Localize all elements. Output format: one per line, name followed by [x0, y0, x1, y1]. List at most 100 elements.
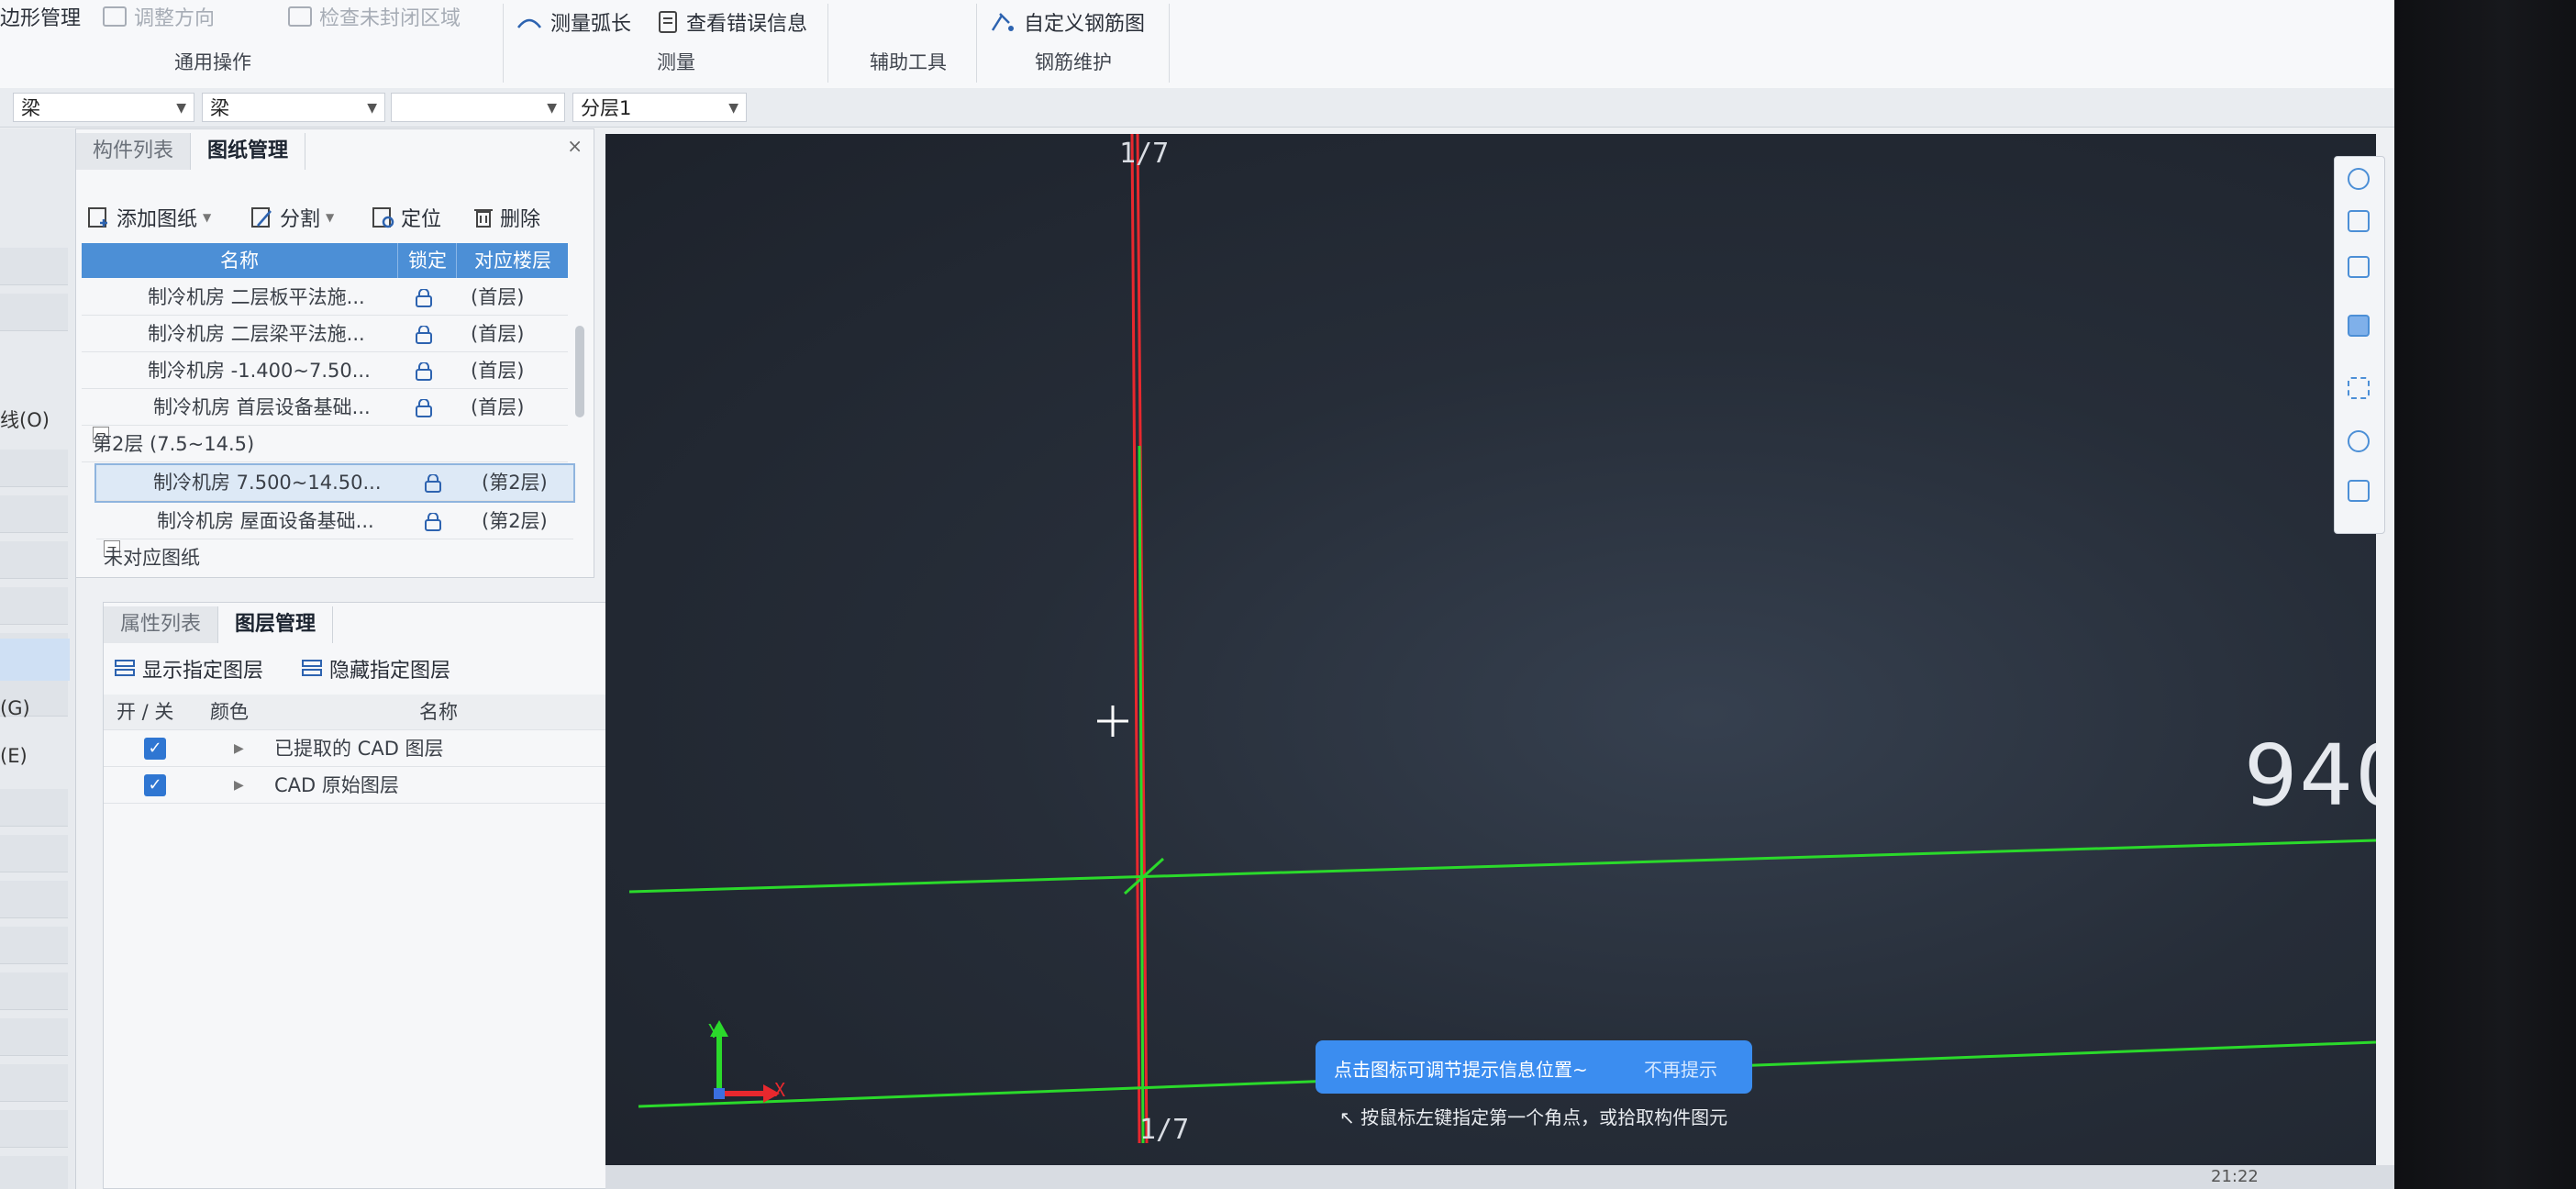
floor-group-row[interactable]: − 第2层 (7.5~14.5) [82, 427, 568, 462]
category-select-value: 梁 [21, 97, 40, 119]
drawing-manager-panel: 构件列表 图纸管理 × 添加图纸 ▼ 分割 ▼ 定位 删除 名称 锁定 对应楼层 [75, 128, 594, 578]
cad-canvas[interactable]: 1/7 1/7 9400 Y X [605, 134, 2376, 1189]
layer-row[interactable]: ✓ ▶ CAD 原始图层 [104, 768, 617, 804]
nav-cell[interactable] [0, 450, 68, 487]
custom-rebar-button[interactable]: 自定义钢筋图 [989, 7, 1145, 37]
frame-view-icon[interactable] [2348, 377, 2370, 399]
lock-icon[interactable] [414, 280, 434, 315]
column-floor[interactable]: 对应楼层 [456, 243, 569, 278]
expand-arrow-icon[interactable]: ▶ [234, 731, 244, 766]
checkbox-checked-icon[interactable]: ✓ [144, 774, 166, 796]
tab-layer-manager[interactable]: 图层管理 [218, 606, 334, 643]
add-drawing-button[interactable]: 添加图纸 ▼ [87, 203, 211, 232]
layer-row-name: CAD 原始图层 [274, 774, 399, 796]
nav-cell[interactable] [0, 1064, 68, 1102]
trash-icon [474, 209, 493, 228]
list-view-icon[interactable] [2348, 480, 2370, 502]
tab-drawing-manager[interactable]: 图纸管理 [191, 133, 306, 170]
nav-cell[interactable] [0, 835, 68, 872]
drawing-row[interactable]: 制冷机房 二层板平法施... (首层) [82, 280, 568, 316]
ribbon: 边形管理 调整方向 检查未封闭区域 通用操作 测量弧长 查看错误信息 测量 辅助… [0, 0, 2394, 89]
drawing-row-name: 制冷机房 二层梁平法施... [148, 323, 365, 345]
solid-view-icon[interactable] [2348, 315, 2370, 337]
drawing-row[interactable]: 制冷机房 -1.400~7.50... (首层) [82, 353, 568, 389]
rotate-view-icon[interactable] [2348, 430, 2370, 452]
drawing-row-name: 制冷机房 首层设备基础... [153, 396, 371, 418]
drawing-row[interactable]: 制冷机房 屋面设备基础... (第2层) [96, 504, 573, 539]
selector-bar: 梁 ▼ 梁 ▼ ▼ 分层1 ▼ [0, 88, 2394, 128]
nav-cell[interactable] [0, 881, 68, 918]
checkbox-checked-icon[interactable]: ✓ [144, 738, 166, 760]
chevron-down-icon: ▼ [367, 101, 377, 116]
view-errors-button[interactable]: 查看错误信息 [657, 7, 807, 37]
drawing-row-floor: (第2层) [482, 472, 548, 494]
nav-cell[interactable] [0, 1018, 68, 1056]
layers-hide-icon [302, 660, 322, 676]
unmatched-group-label: 未对应图纸 [104, 547, 200, 569]
nav-label-g[interactable]: (G) [0, 697, 30, 719]
dismiss-tip-button[interactable]: 不再提示 [1644, 1055, 1717, 1082]
nav-cell[interactable] [0, 541, 68, 579]
locate-label: 定位 [401, 208, 442, 231]
drawing-panel-tabs: 构件列表 图纸管理 [76, 129, 306, 170]
layer-row[interactable]: ✓ ▶ 已提取的 CAD 图层 [104, 731, 617, 767]
split-button[interactable]: 分割 ▼ [250, 203, 334, 232]
lock-icon[interactable] [414, 317, 434, 351]
left-nav-strip: 线(O) (G) (E) [0, 128, 76, 1189]
type-select[interactable]: 梁 ▼ [202, 93, 385, 122]
lock-icon[interactable] [414, 353, 434, 388]
nav-label-e[interactable]: (E) [0, 745, 28, 767]
check-unclosed-button[interactable]: 检查未封闭区域 [288, 2, 461, 31]
nav-cell[interactable] [0, 1156, 68, 1189]
drawing-row[interactable]: 制冷机房 二层梁平法施... (首层) [82, 317, 568, 352]
box-view-icon[interactable] [2348, 256, 2370, 278]
cube-view-icon[interactable] [2348, 210, 2370, 232]
drawing-row-floor: (首层) [471, 360, 525, 382]
split-icon [251, 207, 272, 228]
adjust-direction-icon [103, 6, 127, 27]
shape-manage-label: 边形管理 [0, 7, 82, 30]
column-color: 颜色 [210, 701, 249, 723]
delete-button[interactable]: 删除 [472, 203, 540, 232]
nav-highlight[interactable] [0, 639, 70, 681]
measure-arc-button[interactable]: 测量弧长 [516, 7, 631, 37]
column-locked[interactable]: 锁定 [397, 243, 457, 278]
component-select[interactable]: ▼ [391, 93, 565, 122]
nav-cell[interactable] [0, 587, 68, 625]
taskbar-clock: 21:22 [2211, 1167, 2259, 1186]
lock-icon[interactable] [414, 390, 434, 425]
locate-button[interactable]: 定位 [372, 203, 441, 232]
layer-select-value: 分层1 [581, 97, 632, 119]
close-icon[interactable]: × [567, 135, 583, 157]
show-layer-label: 显示指定图层 [142, 660, 264, 683]
lock-icon[interactable] [423, 504, 443, 539]
column-name[interactable]: 名称 [82, 243, 397, 278]
nav-cell[interactable] [0, 248, 68, 285]
scrollbar-thumb[interactable] [575, 326, 584, 417]
hide-layer-button[interactable]: 隐藏指定图层 [300, 654, 450, 683]
nav-cell[interactable] [0, 1110, 68, 1148]
layer-select[interactable]: 分层1 ▼ [572, 93, 747, 122]
expand-arrow-icon[interactable]: ▶ [234, 768, 244, 803]
nav-cell[interactable] [0, 294, 68, 331]
shape-manage-button[interactable]: 边形管理 [0, 2, 81, 31]
drawing-row-selected[interactable]: 制冷机房 7.500~14.50... (第2层) [94, 463, 575, 503]
drawing-row[interactable]: 制冷机房 首层设备基础... (首层) [82, 390, 568, 426]
chevron-down-icon: ▼ [326, 211, 335, 224]
floor-group-label: 第2层 (7.5~14.5) [93, 433, 255, 455]
nav-label-o[interactable]: 线(O) [0, 406, 50, 433]
layers-show-icon [115, 660, 135, 676]
nav-cell[interactable] [0, 789, 68, 827]
adjust-direction-button[interactable]: 调整方向 [103, 2, 215, 31]
tab-component-list[interactable]: 构件列表 [76, 133, 192, 170]
category-select[interactable]: 梁 ▼ [13, 93, 194, 122]
nav-cell[interactable] [0, 495, 68, 533]
tab-property-list[interactable]: 属性列表 [104, 606, 219, 643]
sphere-view-icon[interactable] [2348, 168, 2370, 190]
nav-cell[interactable] [0, 927, 68, 964]
lock-icon[interactable] [423, 465, 443, 500]
floor-group-row[interactable]: − 未对应图纸 [96, 540, 573, 575]
dimension-text: 9400 [2244, 727, 2376, 825]
nav-cell[interactable] [0, 972, 68, 1010]
show-layer-button[interactable]: 显示指定图层 [113, 654, 263, 683]
